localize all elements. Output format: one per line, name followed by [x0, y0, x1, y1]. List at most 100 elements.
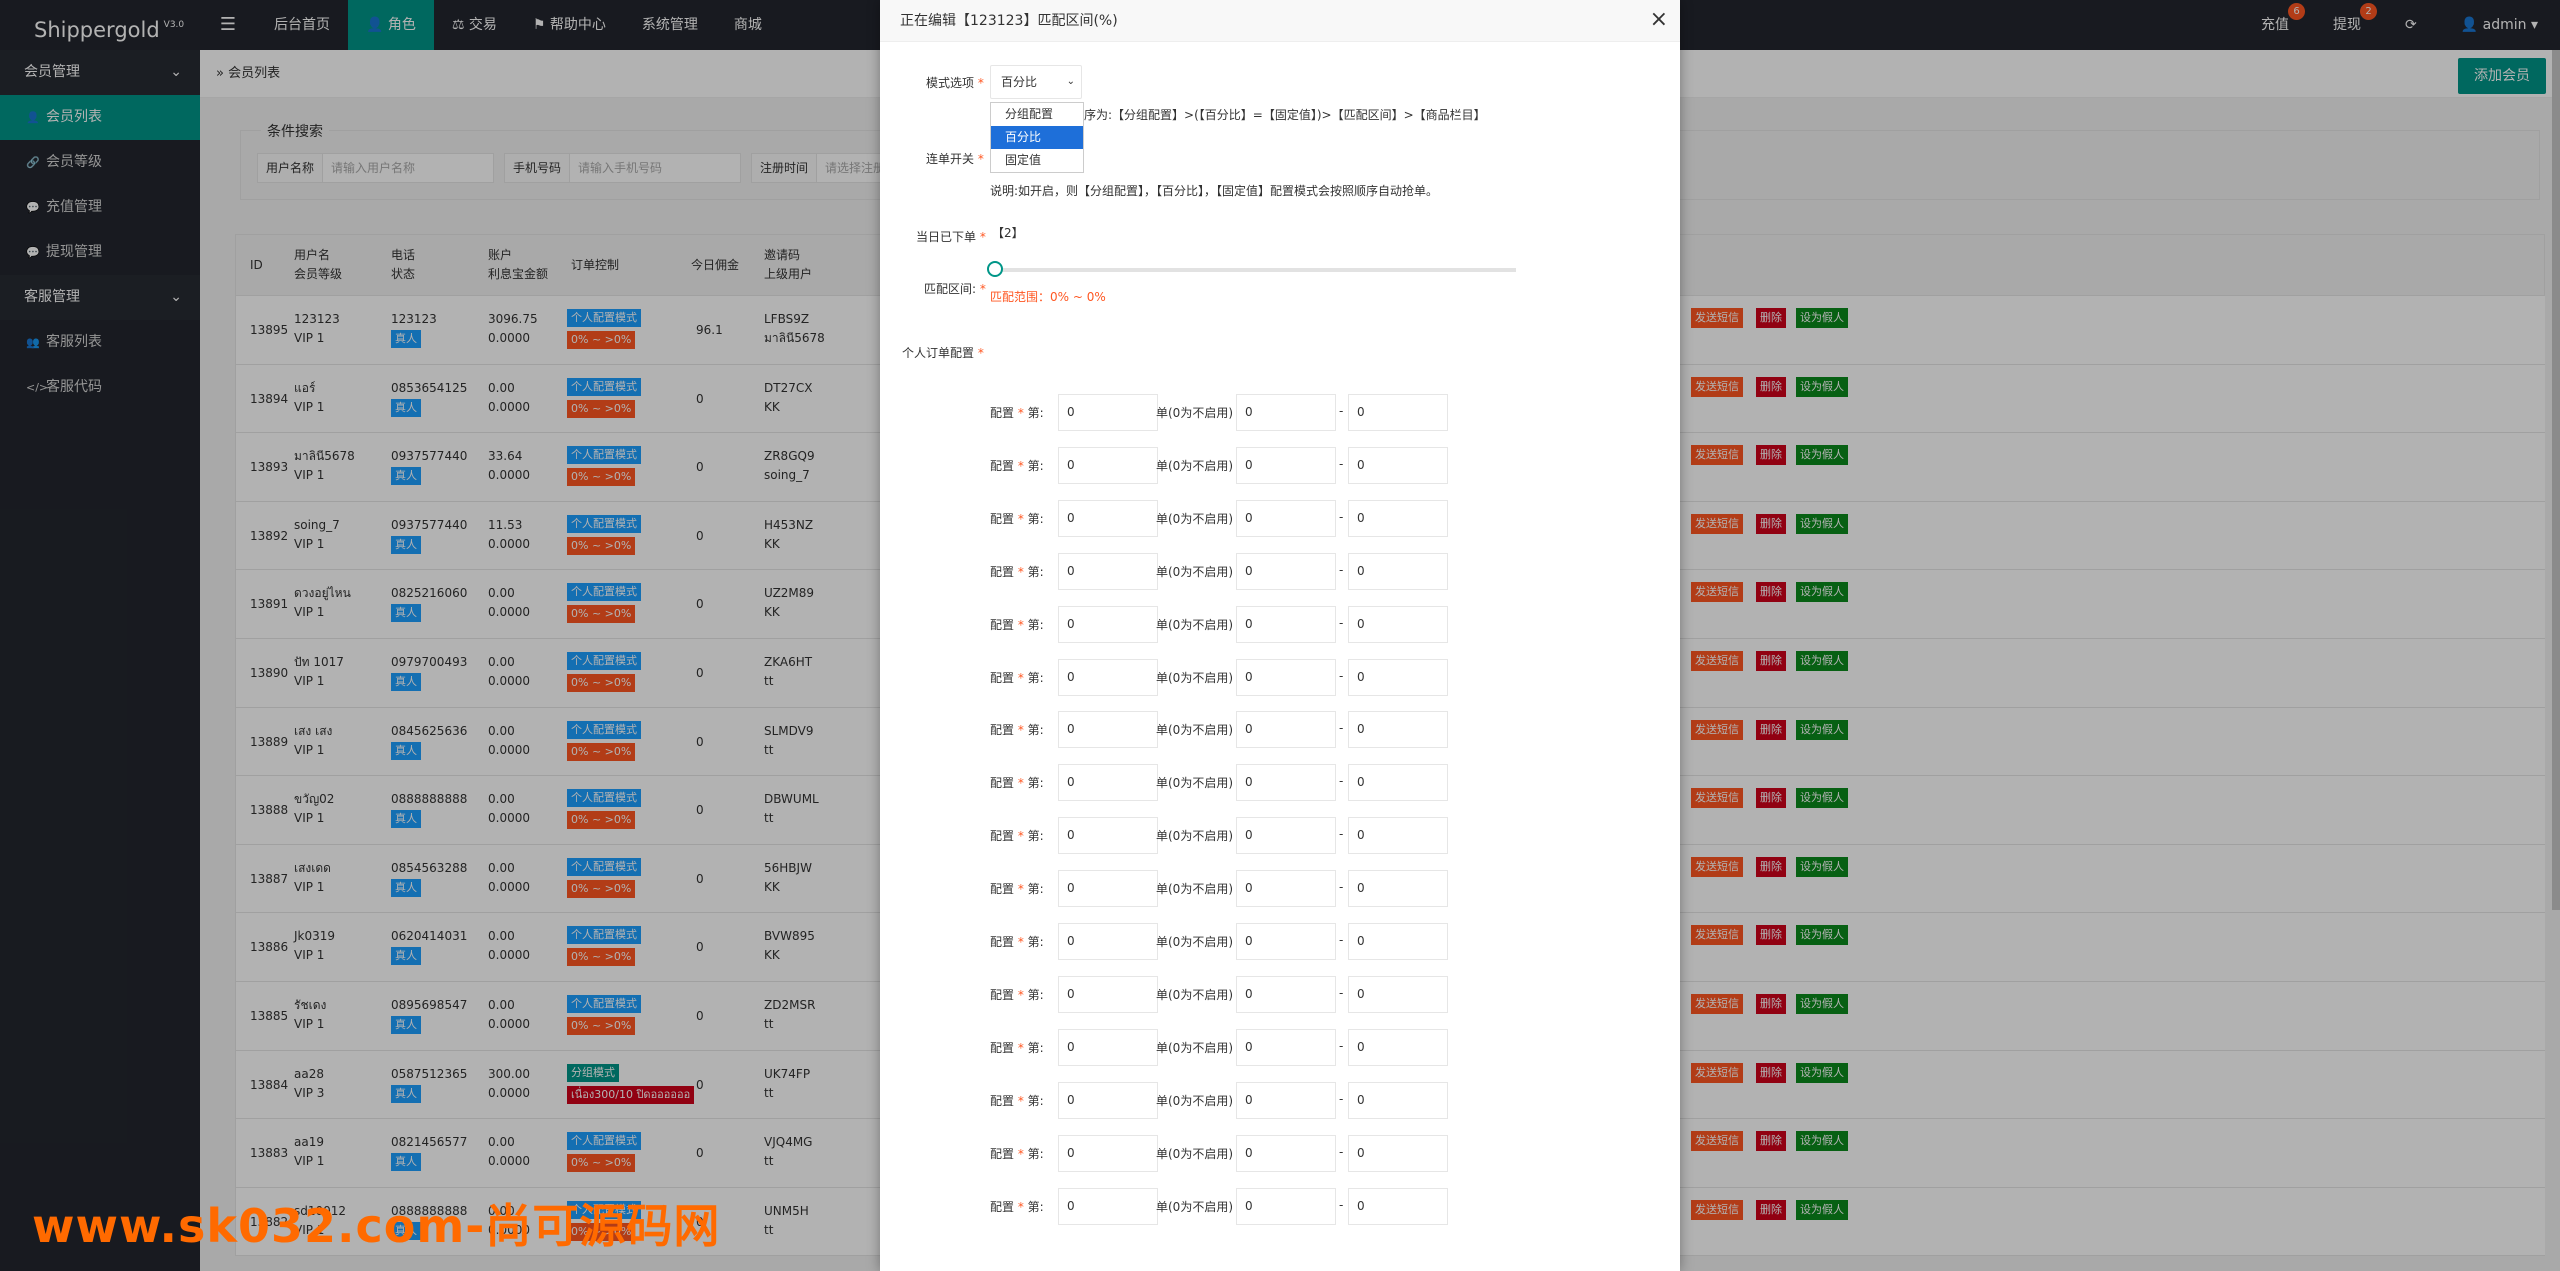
config-row: 配置 * 第: 0 单(0为不启用) 0-0	[880, 1187, 1680, 1225]
range-min-input[interactable]: 0	[1236, 658, 1336, 696]
order-number-input[interactable]: 0	[1058, 1028, 1158, 1066]
order-number-input[interactable]: 0	[1058, 870, 1158, 908]
config-suffix: 第:	[1027, 406, 1044, 420]
order-number-input[interactable]: 0	[1058, 1134, 1158, 1172]
required-mark: *	[1014, 882, 1028, 897]
config-label: 配置	[990, 987, 1015, 1002]
order-number-input[interactable]: 0	[1058, 975, 1158, 1013]
range-max-input[interactable]: 0	[1348, 1134, 1448, 1172]
range-max-input[interactable]: 0	[1348, 764, 1448, 802]
required-mark: *	[1014, 564, 1028, 579]
range-max-input[interactable]: 0	[1348, 446, 1448, 484]
chain-label: 连单开关 *	[926, 152, 984, 166]
range-max-input[interactable]: 0	[1348, 870, 1448, 908]
range-min-input[interactable]: 0	[1236, 975, 1336, 1013]
range-min-input[interactable]: 0	[1236, 923, 1336, 960]
range-max-input[interactable]: 0	[1348, 658, 1448, 696]
config-row-label: 配置 * 第:	[990, 721, 1044, 738]
range-dash: -	[1339, 615, 1344, 630]
config-row-label: 配置 * 第:	[990, 1039, 1044, 1056]
mode-option-fixed[interactable]: 固定值	[991, 149, 1083, 172]
config-label: 配置	[990, 1146, 1015, 1161]
config-mid-label: 单(0为不启用)	[1156, 882, 1233, 897]
range-min-input[interactable]: 0	[1236, 1187, 1336, 1225]
range-min-input[interactable]: 0	[1236, 552, 1336, 590]
order-number-input[interactable]: 0	[1058, 499, 1158, 537]
order-number-input[interactable]: 0	[1058, 711, 1158, 749]
range-min-input[interactable]: 0	[1236, 446, 1336, 484]
range-max-input[interactable]: 0	[1348, 817, 1448, 855]
range-max-input[interactable]: 0	[1348, 975, 1448, 1013]
config-label: 配置	[990, 458, 1015, 473]
config-mid-label: 单(0为不启用)	[1156, 829, 1233, 844]
range-max-input[interactable]: 0	[1348, 923, 1448, 960]
range-max-input[interactable]: 0	[1348, 499, 1448, 537]
config-row-label: 配置 * 第:	[990, 1092, 1044, 1109]
range-max-input[interactable]: 0	[1348, 1028, 1448, 1066]
range-min-input[interactable]: 0	[1236, 764, 1336, 802]
required-mark: *	[1014, 670, 1028, 685]
mode-option-group[interactable]: 分组配置	[991, 103, 1083, 126]
order-number-input[interactable]: 0	[1058, 764, 1158, 802]
order-number-input[interactable]: 0	[1058, 446, 1158, 484]
range-min-input[interactable]: 0	[1236, 1134, 1336, 1172]
config-label: 配置	[990, 935, 1015, 949]
config-suffix: 第:	[1027, 511, 1044, 526]
config-row: 配置 * 第: 0 单(0为不启用) 0-0	[880, 499, 1680, 537]
config-suffix: 第:	[1027, 564, 1044, 579]
config-suffix: 第:	[1027, 987, 1044, 1002]
range-min-input[interactable]: 0	[1236, 605, 1336, 643]
required-mark: *	[1014, 829, 1028, 844]
required-mark: *	[1014, 987, 1028, 1002]
chain-note: 说明:如开启，则【分组配置】，【百分比】，【固定值】配置模式会按照顺序自动抢单。	[990, 184, 1439, 198]
config-suffix: 第:	[1027, 1146, 1044, 1161]
order-number-input[interactable]: 0	[1058, 394, 1158, 431]
range-min-input[interactable]: 0	[1236, 394, 1336, 431]
config-suffix: 第:	[1027, 670, 1044, 685]
order-number-input[interactable]: 0	[1058, 1081, 1158, 1119]
range-slider[interactable]	[987, 261, 1516, 277]
config-row-label: 配置 * 第:	[990, 563, 1044, 580]
order-number-input[interactable]: 0	[1058, 552, 1158, 590]
edit-range-modal: 正在编辑【123123】匹配区间(%) × 模式选项 * 百分比 ⌄ 分组配置 百…	[880, 0, 1680, 1271]
range-max-input[interactable]: 0	[1348, 1081, 1448, 1119]
order-number-input[interactable]: 0	[1058, 605, 1158, 643]
slider-handle[interactable]	[987, 261, 1003, 277]
range-max-input[interactable]: 0	[1348, 394, 1448, 431]
config-suffix: 第:	[1027, 458, 1044, 473]
range-min-input[interactable]: 0	[1236, 817, 1336, 855]
range-max-input[interactable]: 0	[1348, 552, 1448, 590]
order-number-input[interactable]: 0	[1058, 923, 1158, 960]
mode-select[interactable]: 百分比 ⌄	[990, 65, 1082, 99]
order-number-input[interactable]: 0	[1058, 817, 1158, 855]
config-mid-label: 单(0为不启用)	[1156, 776, 1233, 791]
range-max-input[interactable]: 0	[1348, 711, 1448, 749]
mode-option-percent[interactable]: 百分比	[991, 126, 1083, 149]
mode-note: 序为:【分组配置】>(【百分比】=【固定值】)>【匹配区间】>【商品栏目】	[1084, 108, 1486, 122]
config-row-label: 配置 * 第:	[990, 1145, 1044, 1162]
config-label: 配置	[990, 564, 1015, 579]
range-min-input[interactable]: 0	[1236, 1081, 1336, 1119]
config-suffix: 第:	[1027, 776, 1044, 791]
range-min-input[interactable]: 0	[1236, 1028, 1336, 1066]
range-max-input[interactable]: 0	[1348, 1187, 1448, 1225]
config-label: 配置	[990, 1199, 1015, 1214]
range-min-input[interactable]: 0	[1236, 870, 1336, 908]
close-icon[interactable]: ×	[1650, 8, 1668, 32]
config-label: 配置	[990, 406, 1015, 420]
required-mark: *	[1014, 458, 1028, 473]
required-mark: *	[1014, 723, 1028, 738]
range-max-input[interactable]: 0	[1348, 605, 1448, 643]
config-mid-label: 单(0为不启用)	[1156, 670, 1233, 685]
required-mark: *	[1014, 935, 1028, 949]
mode-label: 模式选项 *	[926, 76, 984, 90]
range-min-input[interactable]: 0	[1236, 711, 1336, 749]
range-min-input[interactable]: 0	[1236, 499, 1336, 537]
order-number-input[interactable]: 0	[1058, 658, 1158, 696]
range-dash: -	[1339, 1091, 1344, 1106]
config-label: 配置	[990, 882, 1015, 897]
order-number-input[interactable]: 0	[1058, 1187, 1158, 1225]
config-row-label: 配置 * 第:	[990, 880, 1044, 897]
config-row: 配置 * 第: 0 单(0为不启用) 0-0	[880, 394, 1680, 431]
range-dash: -	[1339, 721, 1344, 736]
